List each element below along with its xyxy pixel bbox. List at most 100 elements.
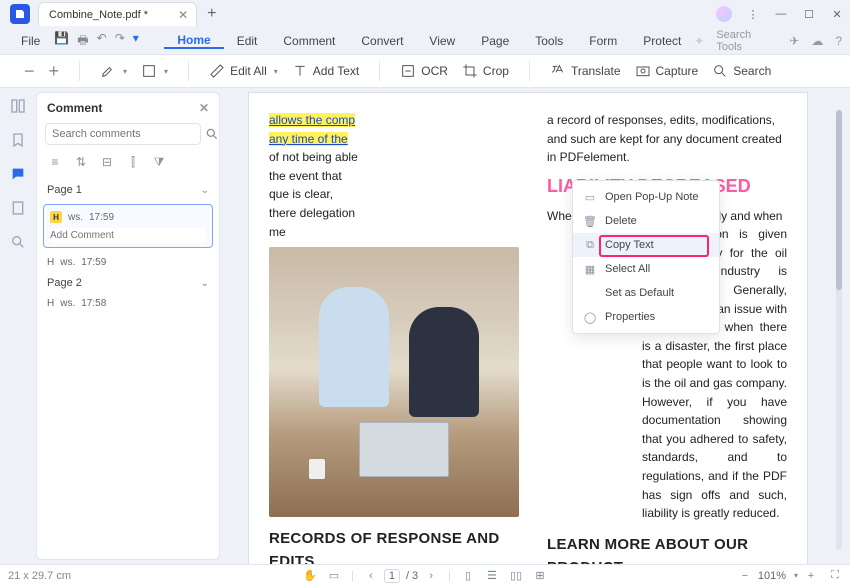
ctx-delete[interactable]: 🗑Delete xyxy=(573,209,719,233)
ctx-open-popup-note[interactable]: ▭Open Pop-Up Note xyxy=(573,185,719,209)
titlebar: Combine_Note.pdf * ✕ + ⋮ — ☐ ✕ xyxy=(0,0,850,28)
add-text-button[interactable]: Add Text xyxy=(288,61,363,81)
edit-all-label: Edit All xyxy=(230,64,267,78)
view-continuous-icon[interactable]: ☰ xyxy=(485,569,499,583)
comment-time: 17:59 xyxy=(81,257,106,268)
crop-label: Crop xyxy=(483,64,509,78)
menubar: File 💾 🖶 ↶ ↷ ▾ Home Edit Comment Convert… xyxy=(0,28,850,54)
filter-collapse-icon[interactable]: ⊟ xyxy=(99,155,115,170)
comment-item[interactable]: Hws.17:58 xyxy=(43,295,213,312)
select-tool-icon[interactable]: ▭ xyxy=(327,569,341,583)
menu-protect[interactable]: Protect xyxy=(630,34,694,48)
cloud-icon[interactable]: ☁ xyxy=(811,34,823,48)
minimize-button[interactable]: — xyxy=(774,7,788,21)
zoom-level[interactable]: 101% xyxy=(758,570,786,582)
comment-panel-title: Comment xyxy=(47,101,102,115)
close-window-button[interactable]: ✕ xyxy=(830,7,844,21)
print-icon[interactable]: 🖶 xyxy=(77,31,88,52)
search-button[interactable]: Search xyxy=(708,61,775,81)
scrollbar-thumb[interactable] xyxy=(836,110,842,290)
comment-item[interactable]: Hws.17:59 xyxy=(43,254,213,271)
zoom-in-status[interactable]: + xyxy=(804,569,818,583)
comment-panel-close[interactable]: ✕ xyxy=(199,101,209,115)
save-icon[interactable]: 💾 xyxy=(54,31,69,52)
comment-time: 17:58 xyxy=(81,298,106,309)
document-tab[interactable]: Combine_Note.pdf * ✕ xyxy=(38,2,197,26)
pdf-page: allows the comp any time of the of not b… xyxy=(248,92,808,564)
comment-card-selected[interactable]: Hws.17:59 xyxy=(43,204,213,248)
filter-list-icon[interactable]: ≡ xyxy=(47,155,63,170)
ocr-button[interactable]: OCR xyxy=(396,61,452,81)
ctx-select-all[interactable]: ▦Select All xyxy=(573,257,719,281)
menu-convert[interactable]: Convert xyxy=(348,34,416,48)
comments-rail-icon[interactable] xyxy=(8,164,28,184)
ctx-set-default[interactable]: Set as Default xyxy=(573,281,719,305)
zoom-in-button[interactable]: + xyxy=(45,59,64,84)
help-icon[interactable]: ? xyxy=(835,34,842,48)
capture-button[interactable]: Capture xyxy=(631,61,703,81)
zoom-out-status[interactable]: − xyxy=(738,569,752,583)
menu-comment[interactable]: Comment xyxy=(270,34,348,48)
redo-icon[interactable]: ↷ xyxy=(115,31,125,52)
menu-form[interactable]: Form xyxy=(576,34,630,48)
bookmarks-rail-icon[interactable] xyxy=(8,130,28,150)
hand-tool-icon[interactable]: ✋ xyxy=(303,569,317,583)
document-viewport[interactable]: allows the comp any time of the of not b… xyxy=(220,88,850,564)
ctx-properties[interactable]: ◯Properties xyxy=(573,305,719,329)
ctx-copy-text[interactable]: ⧉Copy Text xyxy=(573,233,719,257)
view-two-continuous-icon[interactable]: ⊞ xyxy=(533,569,547,583)
doc-highlight-link: any time of the xyxy=(269,132,348,146)
comment-time: 17:59 xyxy=(89,212,114,223)
menu-view[interactable]: View xyxy=(416,34,468,48)
page-current[interactable]: 1 xyxy=(384,569,400,583)
ctx-label: Delete xyxy=(605,215,637,227)
comment-page-2-header[interactable]: Page 2⌄ xyxy=(43,271,213,295)
comment-page-1-header[interactable]: Page 1⌄ xyxy=(43,178,213,202)
send-icon[interactable]: ✈ xyxy=(789,34,799,48)
account-avatar[interactable] xyxy=(716,6,732,22)
attachments-rail-icon[interactable] xyxy=(8,198,28,218)
ctx-label: Select All xyxy=(605,263,650,275)
search-tools-icon: ✦ xyxy=(694,34,704,48)
filter-funnel-icon[interactable]: ⧩ xyxy=(151,155,167,170)
comment-search-icon[interactable] xyxy=(205,123,219,145)
fit-page-icon[interactable]: ⛶ xyxy=(828,569,842,583)
search-label: Search xyxy=(733,64,771,78)
menu-tools[interactable]: Tools xyxy=(522,34,576,48)
menu-file[interactable]: File xyxy=(8,34,50,48)
maximize-button[interactable]: ☐ xyxy=(802,7,816,21)
add-comment-input[interactable] xyxy=(50,228,206,243)
doc-text: of not being able the event that que is … xyxy=(269,148,359,241)
view-two-page-icon[interactable]: ▯▯ xyxy=(509,569,523,583)
highlight-tool[interactable]: ▾ xyxy=(96,61,131,81)
comment-search-input[interactable] xyxy=(45,123,201,145)
translate-button[interactable]: Translate xyxy=(546,61,625,81)
vertical-scrollbar[interactable] xyxy=(836,110,842,550)
more-quickaccess-icon[interactable]: ▾ xyxy=(133,31,139,52)
tab-close-icon[interactable]: ✕ xyxy=(178,8,188,22)
search-tools[interactable]: Search Tools xyxy=(716,29,777,53)
menu-home[interactable]: Home xyxy=(164,33,223,49)
next-page-icon[interactable]: › xyxy=(424,569,438,583)
kebab-menu-icon[interactable]: ⋮ xyxy=(746,7,760,21)
menu-edit[interactable]: Edit xyxy=(224,34,271,48)
crop-button[interactable]: Crop xyxy=(458,61,513,81)
new-tab-button[interactable]: + xyxy=(207,5,216,23)
zoom-out-button[interactable]: − xyxy=(20,59,39,84)
view-single-icon[interactable]: ▯ xyxy=(461,569,475,583)
comment-user: ws. xyxy=(60,257,75,268)
shape-tool[interactable]: ▾ xyxy=(137,61,172,81)
highlight-mark-icon: H xyxy=(47,298,54,309)
ctx-label: Copy Text xyxy=(605,239,654,251)
capture-label: Capture xyxy=(656,64,699,78)
comment-panel: Comment ✕ ≡ ⇅ ⊟ ⫿ ⧩ Page 1⌄ Hws.17:59 Hw… xyxy=(36,92,220,560)
filter-sort-icon[interactable]: ⇅ xyxy=(73,155,89,170)
filter-settings-icon[interactable]: ⫿ xyxy=(125,155,141,170)
note-icon: ▭ xyxy=(583,190,597,204)
menu-page[interactable]: Page xyxy=(468,34,522,48)
edit-all-button[interactable]: Edit All▾ xyxy=(205,61,282,81)
prev-page-icon[interactable]: ‹ xyxy=(364,569,378,583)
thumbnails-rail-icon[interactable] xyxy=(8,96,28,116)
search-rail-icon[interactable] xyxy=(8,232,28,252)
undo-icon[interactable]: ↶ xyxy=(97,31,107,52)
